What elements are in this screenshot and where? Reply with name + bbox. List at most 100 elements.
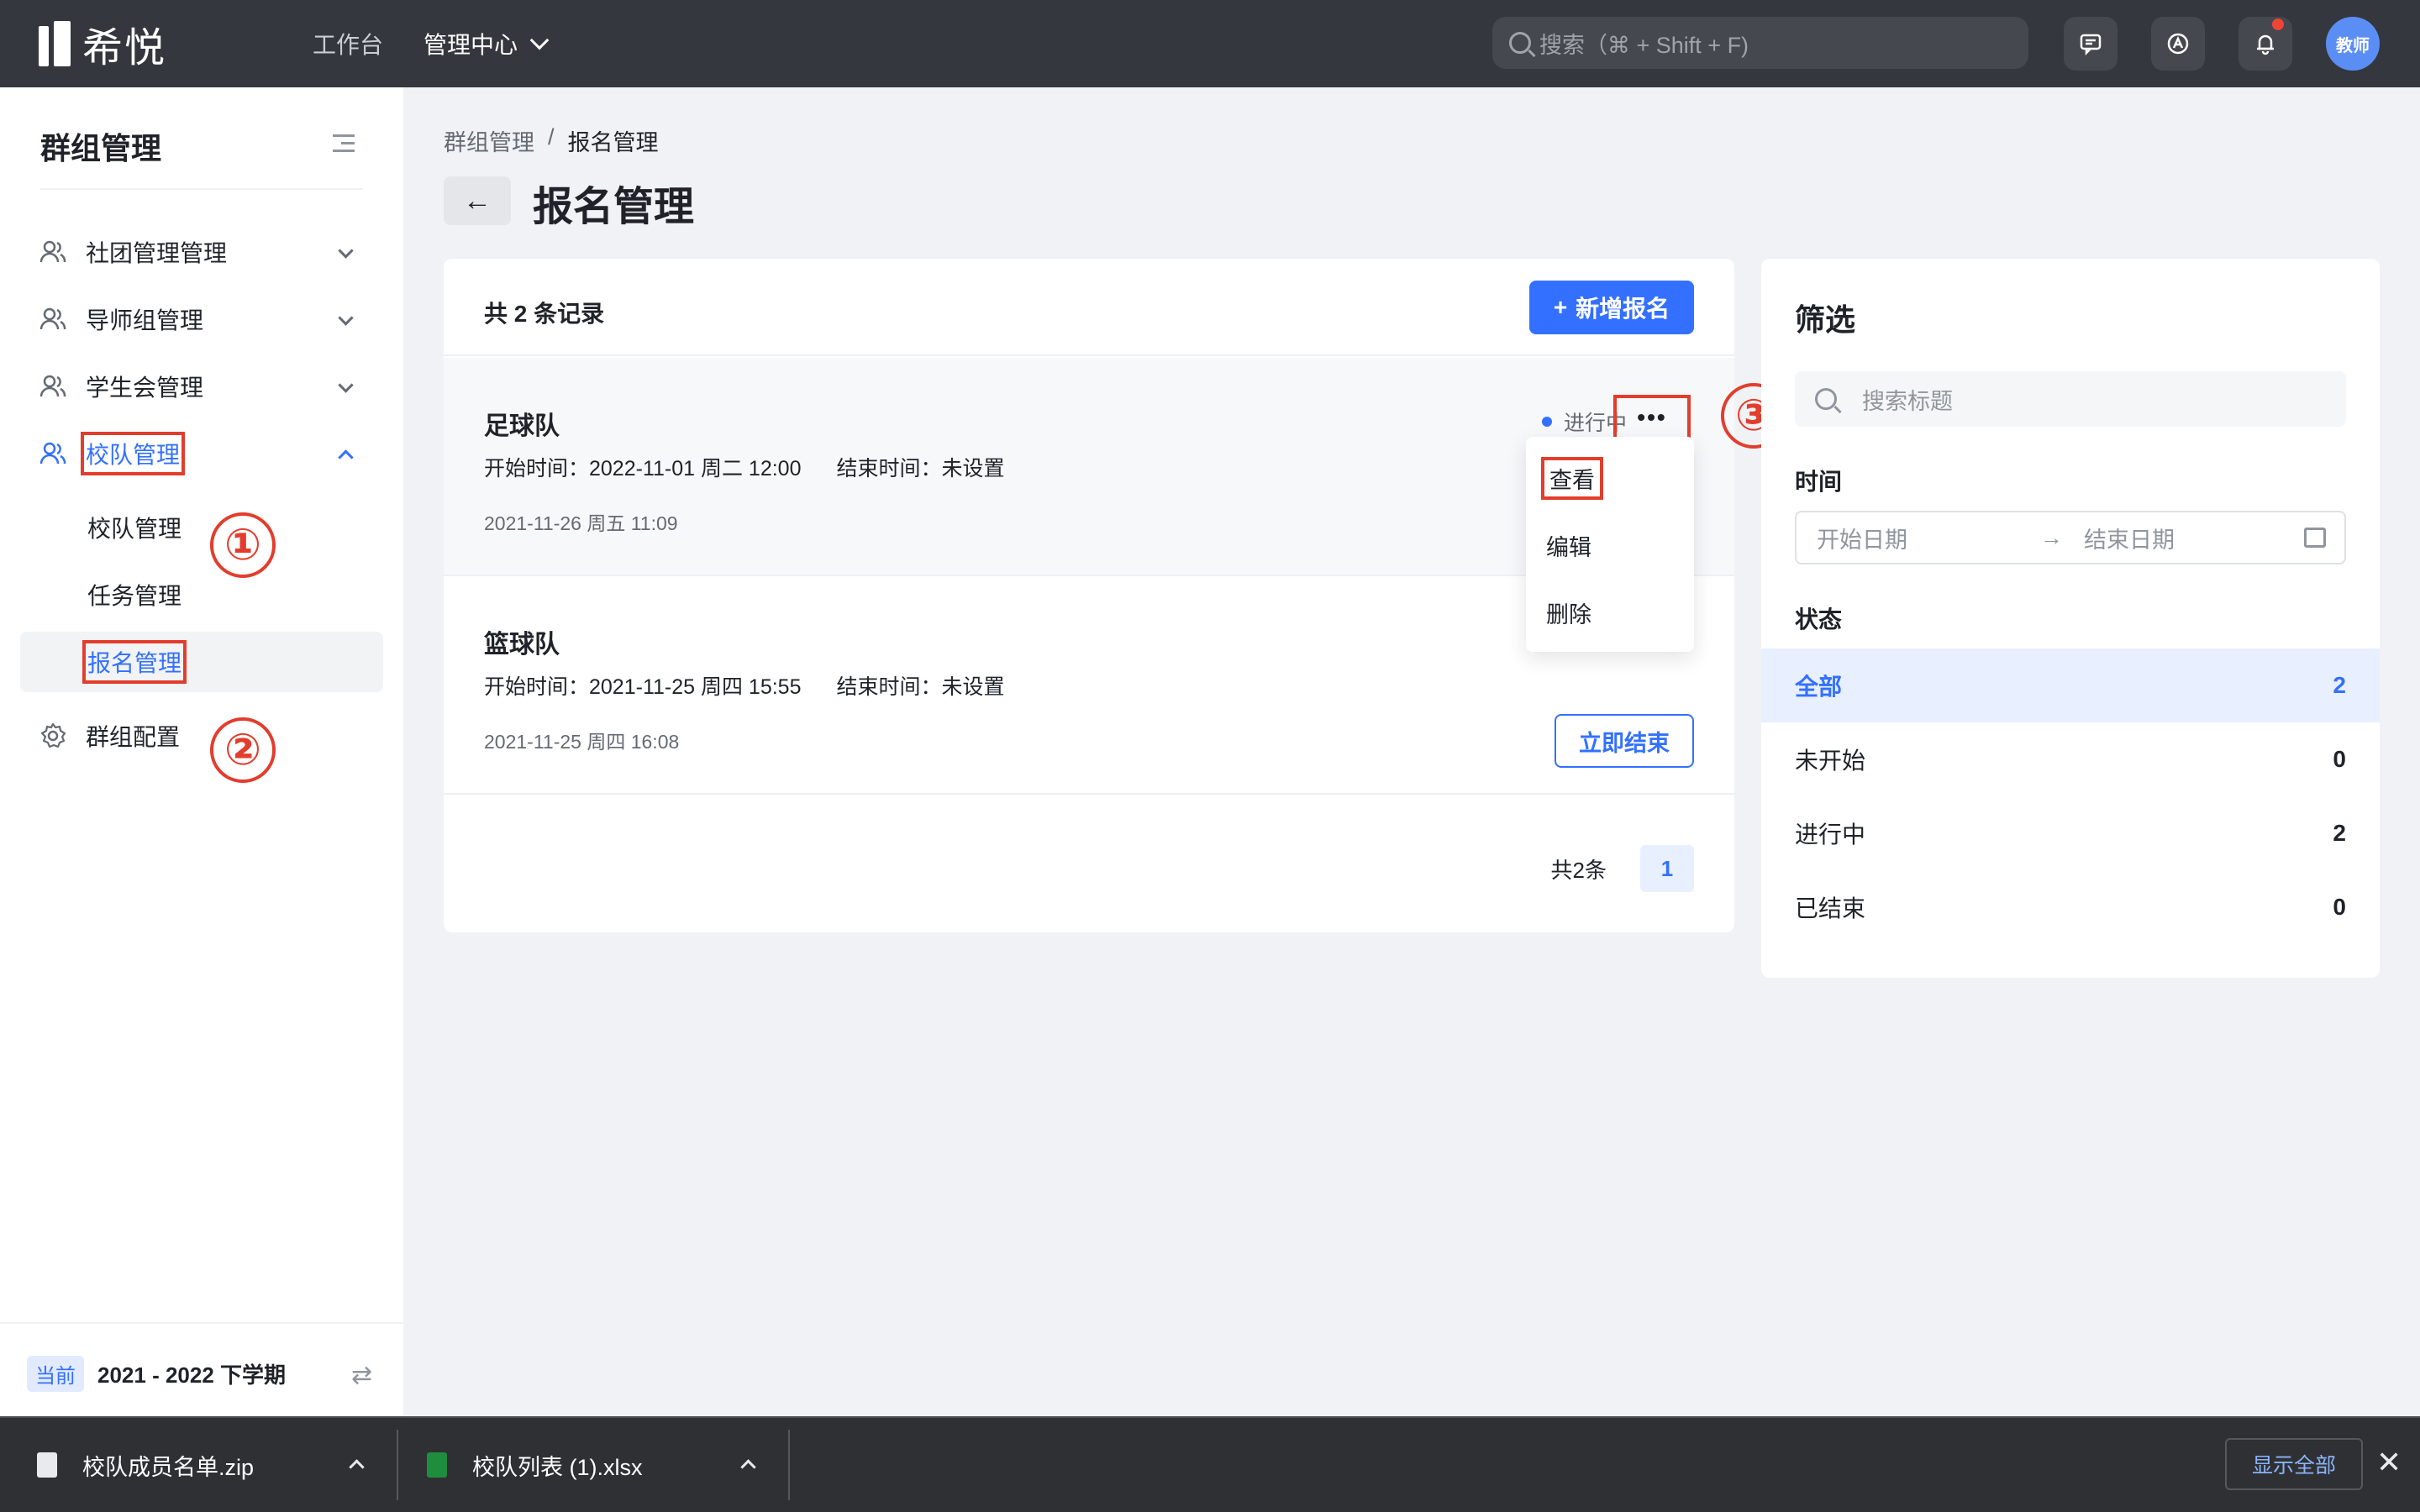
- sidebar-divider: [40, 188, 363, 190]
- sidebar-item-label: 社团管理管理: [86, 240, 228, 266]
- app-logo[interactable]: 希悦: [39, 14, 166, 73]
- filter-title: 筛选: [1795, 302, 1856, 337]
- menu-item-view[interactable]: 查看: [1541, 457, 1603, 500]
- users-icon: [39, 240, 66, 263]
- breadcrumb-parent[interactable]: 群组管理: [444, 124, 534, 157]
- bell-icon: [2257, 34, 2274, 55]
- chevron-down-icon: [338, 243, 354, 259]
- users-icon: [39, 307, 66, 330]
- notification-badge: [2272, 18, 2284, 30]
- back-button[interactable]: ←: [444, 176, 511, 225]
- row-end-time: 结束时间：未设置: [836, 457, 1005, 480]
- title-search-input[interactable]: 搜索标题: [1795, 371, 2346, 427]
- sidebar-item-school-teams[interactable]: 校队管理: [20, 423, 383, 484]
- row-created-time: 2021-11-26 周五 11:09: [484, 512, 678, 534]
- message-button[interactable]: [2064, 17, 2118, 71]
- close-icon[interactable]: ✕: [2376, 1445, 2402, 1480]
- more-actions-button[interactable]: •••: [1613, 395, 1691, 440]
- status-option-label: 全部: [1795, 674, 1843, 700]
- row-title: 足球队: [484, 412, 560, 440]
- breadcrumb-separator: /: [548, 124, 555, 150]
- sidebar-footer-divider: [0, 1322, 403, 1324]
- date-range-arrow: →: [2040, 524, 2063, 550]
- status-option-not-started[interactable]: 未开始 0: [1761, 722, 2380, 796]
- arrow-left-icon: ←: [463, 184, 492, 217]
- download-item-xlsx[interactable]: 校队列表 (1).xlsx: [427, 1418, 643, 1512]
- chevron-up-icon[interactable]: [740, 1459, 756, 1475]
- end-date-placeholder: 结束日期: [2084, 527, 2175, 553]
- status-filter-label: 状态: [1795, 606, 1843, 633]
- sidebar-item-clubs[interactable]: 社团管理管理: [20, 222, 383, 282]
- user-avatar[interactable]: 教师: [2326, 17, 2380, 71]
- chevron-down-icon: [338, 310, 354, 326]
- breadcrumb: 群组管理 / 报名管理: [444, 124, 659, 157]
- sidebar-subitem-registration[interactable]: 报名管理: [20, 632, 383, 692]
- download-file-name: 校队成员名单.zip: [82, 1454, 255, 1480]
- filter-panel: 筛选 搜索标题 时间 开始日期 → 结束日期 状态 全部 2 未开始 0 进行中…: [1761, 259, 2380, 978]
- sidebar-subitem-school-teams[interactable]: 校队管理: [20, 497, 383, 558]
- top-bar: 希悦 工作台 管理中心 搜索（⌘ + Shift + F) 教师: [0, 0, 2420, 87]
- file-icon: [37, 1452, 57, 1478]
- nav-management-center[interactable]: 管理中心: [424, 27, 550, 60]
- top-nav: 工作台 管理中心: [313, 27, 550, 60]
- chevron-up-icon: [338, 449, 354, 465]
- download-item-zip[interactable]: 校队成员名单.zip: [37, 1418, 254, 1512]
- nav-workbench[interactable]: 工作台: [313, 27, 383, 60]
- row-times: 开始时间：2021-11-25 周四 15:55 结束时间：未设置: [484, 670, 1005, 701]
- row-times: 开始时间：2022-11-01 周二 12:00 结束时间：未设置: [484, 452, 1005, 482]
- status-option-label: 已结束: [1795, 895, 1866, 921]
- sidebar-subitem-label: 报名管理: [82, 640, 187, 684]
- users-icon: [39, 375, 66, 397]
- download-file-name: 校队列表 (1).xlsx: [472, 1454, 643, 1480]
- sidebar-item-group-config[interactable]: 群组配置: [20, 706, 383, 766]
- row-title: 篮球队: [484, 631, 560, 659]
- users-icon: [39, 442, 66, 465]
- status-option-count: 2: [2333, 672, 2346, 698]
- date-range-picker[interactable]: 开始日期 → 结束日期: [1795, 511, 2346, 564]
- chevron-up-icon[interactable]: [349, 1459, 365, 1475]
- app-center-button[interactable]: [2151, 17, 2205, 71]
- status-dot-icon: [1541, 417, 1552, 427]
- status-badge: 进行中: [1541, 407, 1627, 437]
- status-option-label: 进行中: [1795, 822, 1866, 848]
- sidebar-item-mentor-groups[interactable]: 导师组管理: [20, 289, 383, 349]
- downloads-bar: 校队成员名单.zip 校队列表 (1).xlsx 显示全部 ✕: [0, 1416, 2420, 1512]
- download-separator: [788, 1430, 790, 1500]
- sidebar: 群组管理 社团管理管理 导师组管理 学生会管理 校队管理 ① 校队管理 任务管理…: [0, 87, 403, 1416]
- global-search-placeholder: 搜索（⌘ + Shift + F): [1539, 32, 1749, 58]
- message-icon: [2080, 34, 2102, 56]
- collapse-sidebar-icon[interactable]: [333, 134, 355, 153]
- sidebar-title: 群组管理: [40, 131, 162, 165]
- nav-management-center-label: 管理中心: [424, 32, 518, 58]
- end-now-button[interactable]: 立即结束: [1555, 714, 1694, 768]
- title-search-placeholder: 搜索标题: [1862, 388, 1953, 414]
- row-start-time: 开始时间：2022-11-01 周二 12:00: [484, 457, 802, 480]
- status-option-all[interactable]: 全部 2: [1761, 648, 2380, 722]
- add-registration-button[interactable]: + 新增报名: [1529, 281, 1694, 334]
- sidebar-subitem-tasks[interactable]: 任务管理: [20, 564, 383, 625]
- status-option-label: 未开始: [1795, 748, 1866, 774]
- global-search-input[interactable]: 搜索（⌘ + Shift + F): [1492, 17, 2028, 69]
- gear-icon: [40, 722, 66, 748]
- page-title: 报名管理: [533, 185, 695, 229]
- status-option-count: 2: [2333, 820, 2346, 846]
- sidebar-item-label: 学生会管理: [86, 375, 204, 401]
- page-number-button[interactable]: 1: [1640, 845, 1694, 892]
- row-end-time: 结束时间：未设置: [836, 675, 1005, 699]
- switch-term-icon[interactable]: ⇄: [351, 1361, 372, 1390]
- show-all-downloads-button[interactable]: 显示全部: [2225, 1438, 2364, 1490]
- row-created-time: 2021-11-25 周四 16:08: [484, 731, 680, 753]
- status-option-in-progress[interactable]: 进行中 2: [1761, 796, 2380, 870]
- sidebar-subitem-label: 任务管理: [87, 583, 182, 609]
- notification-button[interactable]: [2238, 17, 2292, 71]
- pagination-total: 共2条: [1550, 857, 1607, 883]
- status-option-count: 0: [2333, 894, 2346, 920]
- status-option-ended[interactable]: 已结束 0: [1761, 870, 2380, 944]
- calendar-icon: [2304, 528, 2326, 548]
- sidebar-item-student-union[interactable]: 学生会管理: [20, 356, 383, 417]
- pagination: 共2条 1: [1551, 845, 1694, 892]
- menu-item-delete[interactable]: 删除: [1546, 596, 1591, 629]
- logo-mark-icon: [39, 21, 71, 66]
- record-count: 共 2 条记录: [484, 301, 605, 327]
- menu-item-edit[interactable]: 编辑: [1546, 529, 1591, 562]
